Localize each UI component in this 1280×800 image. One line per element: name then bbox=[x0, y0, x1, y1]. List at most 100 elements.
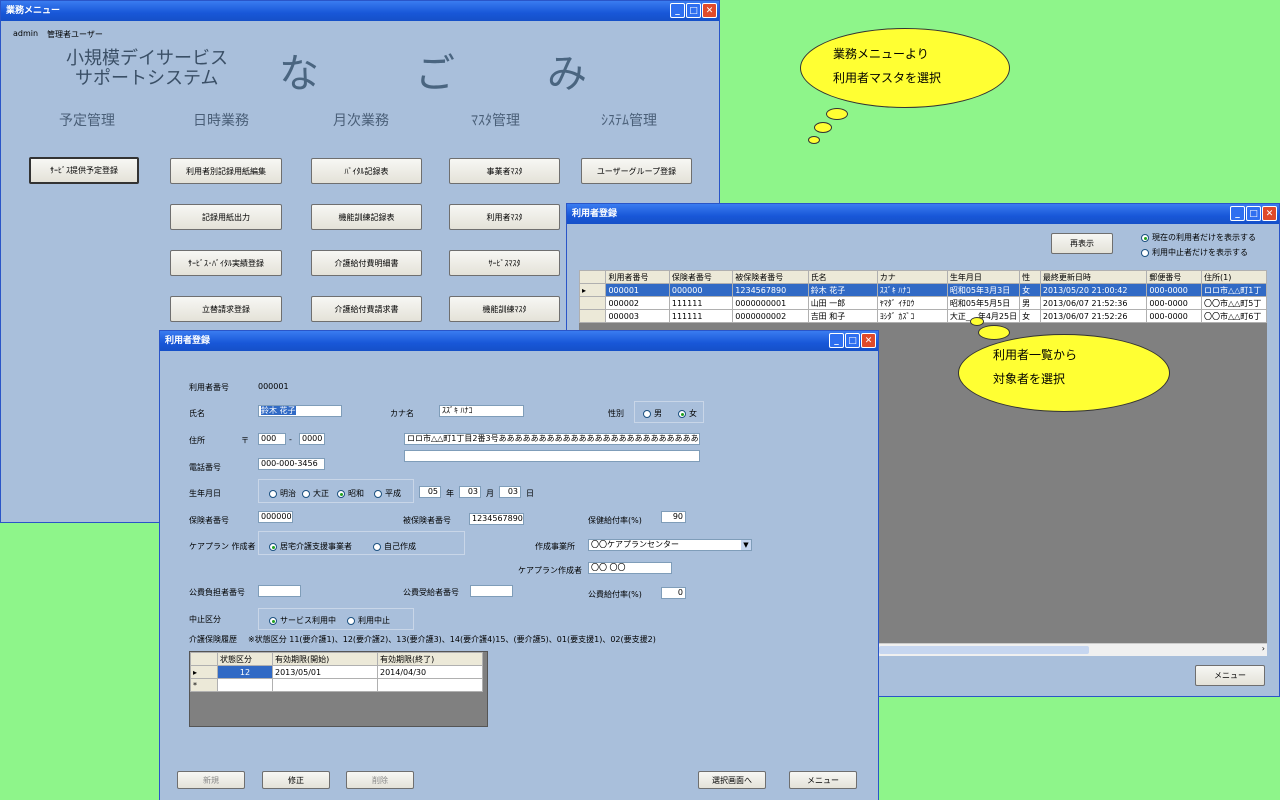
sex-male-radio[interactable]: 男 bbox=[643, 408, 662, 419]
training-master-button[interactable]: 機能訓練ﾏｽﾀ bbox=[449, 296, 560, 322]
table-cell[interactable] bbox=[272, 678, 378, 692]
close-icon[interactable]: ✕ bbox=[861, 333, 876, 348]
table-row[interactable]: ▸ 12 2013/05/01 2014/04/30 bbox=[190, 665, 483, 679]
column-header[interactable]: 保険者番号 bbox=[668, 270, 734, 284]
table-cell[interactable]: 男 bbox=[1019, 296, 1041, 310]
new-button[interactable]: 新規 bbox=[177, 771, 245, 789]
select-screen-button[interactable]: 選択画面へ bbox=[698, 771, 766, 789]
column-header[interactable]: 状態区分 bbox=[217, 652, 273, 666]
service-vital-register-button[interactable]: ｻｰﾋﾞｽ･ﾊﾞｲﾀﾙ実績登録 bbox=[170, 250, 282, 276]
column-header[interactable]: 被保険者番号 bbox=[732, 270, 809, 284]
table-cell[interactable]: 000000 bbox=[668, 283, 734, 297]
list-menu-button[interactable]: メニュー bbox=[1195, 665, 1265, 686]
care-benefit-statement-button[interactable]: 介護給付費明細書 bbox=[311, 250, 422, 276]
sex-female-radio[interactable]: 女 bbox=[678, 408, 697, 419]
name-input[interactable]: 鈴木 花子 bbox=[258, 405, 342, 417]
stop-stopped-radio[interactable]: 利用中止 bbox=[347, 615, 390, 626]
service-master-button[interactable]: ｻｰﾋﾞｽﾏｽﾀ bbox=[449, 250, 560, 276]
public-burden-input[interactable] bbox=[258, 585, 301, 597]
address2-input[interactable] bbox=[404, 450, 700, 462]
maximize-icon[interactable]: □ bbox=[1246, 206, 1261, 221]
careplan-provider-radio[interactable]: 居宅介護支援事業者 bbox=[269, 541, 352, 552]
stop-in-use-radio[interactable]: サービス利用中 bbox=[269, 615, 336, 626]
minimize-icon[interactable]: _ bbox=[1230, 206, 1245, 221]
birth-day-input[interactable]: 03 bbox=[499, 486, 521, 498]
table-cell[interactable] bbox=[377, 678, 483, 692]
table-cell[interactable]: 000002 bbox=[605, 296, 670, 310]
table-cell[interactable]: 2014/04/30 bbox=[377, 665, 483, 679]
minimize-icon[interactable]: _ bbox=[829, 333, 844, 348]
office-select[interactable]: 〇〇ケアプランセンター ▼ bbox=[588, 539, 752, 551]
careplan-self-radio[interactable]: 自己作成 bbox=[373, 541, 416, 552]
column-header[interactable]: 氏名 bbox=[807, 270, 878, 284]
table-cell[interactable]: 女 bbox=[1019, 309, 1041, 323]
table-cell[interactable]: 0000000002 bbox=[732, 309, 809, 323]
table-cell[interactable]: ｽｽﾞｷ ﾊﾅｺ bbox=[876, 283, 948, 297]
postal1-input[interactable]: 000 bbox=[258, 433, 286, 445]
insured-input[interactable]: 1234567890 bbox=[469, 513, 524, 525]
user-master-button[interactable]: 利用者ﾏｽﾀ bbox=[449, 204, 560, 230]
address1-input[interactable]: ロロ市△△町1丁目2番3号ああああああああああああああああああああああああああ bbox=[404, 433, 700, 445]
current-row-indicator-icon[interactable]: ▸ bbox=[190, 665, 218, 679]
maximize-icon[interactable]: □ bbox=[845, 333, 860, 348]
insurer-input[interactable]: 000000 bbox=[258, 511, 293, 523]
table-cell[interactable] bbox=[217, 678, 273, 692]
table-row[interactable]: 000002 111111 0000000001 山田 一郎 ﾔﾏﾀﾞ ｲﾁﾛｳ 昭和05… bbox=[579, 296, 1267, 310]
history-grid[interactable]: 状態区分 有効期限(開始) 有効期限(終了) ▸ 12 2013/05/01 2014… bbox=[189, 651, 488, 727]
table-cell[interactable]: 0000000001 bbox=[732, 296, 809, 310]
kana-input[interactable]: ｽｽﾞｷ ﾊﾅｺ bbox=[439, 405, 524, 417]
table-cell[interactable]: ﾖｼﾀﾞ ｶｽﾞｺ bbox=[876, 309, 948, 323]
vital-record-table-button[interactable]: ﾊﾞｲﾀﾙ記録表 bbox=[311, 158, 422, 184]
chevron-down-icon[interactable]: ▼ bbox=[741, 540, 751, 550]
current-row-indicator-icon[interactable]: ▸ bbox=[579, 283, 607, 297]
era-taisho-radio[interactable]: 大正 bbox=[302, 488, 329, 499]
list-window-titlebar[interactable]: 利用者登録 _ □ ✕ bbox=[567, 204, 1279, 224]
table-cell[interactable]: 000001 bbox=[605, 283, 670, 297]
planner-input[interactable]: 〇〇 〇〇 bbox=[588, 562, 672, 574]
table-cell[interactable]: 000-0000 bbox=[1146, 309, 1202, 323]
row-selector[interactable] bbox=[579, 309, 607, 323]
detail-menu-button[interactable]: メニュー bbox=[789, 771, 857, 789]
phone-input[interactable]: 000-000-3456 bbox=[258, 458, 325, 470]
table-cell[interactable]: 昭和05年5月5日 bbox=[946, 296, 1021, 310]
column-header[interactable]: カナ bbox=[876, 270, 948, 284]
table-cell[interactable]: 000-0000 bbox=[1146, 283, 1202, 297]
table-cell[interactable]: 2013/05/20 21:00:42 bbox=[1039, 283, 1148, 297]
column-header[interactable]: 郵便番号 bbox=[1146, 270, 1202, 284]
new-row[interactable]: * bbox=[190, 678, 483, 692]
service-plan-button[interactable]: ｻｰﾋﾞｽ提供予定登録 bbox=[29, 157, 139, 184]
column-header[interactable]: 住所(1) bbox=[1201, 270, 1267, 284]
history-table[interactable]: 状態区分 有効期限(開始) 有効期限(終了) ▸ 12 2013/05/01 2014… bbox=[190, 652, 483, 692]
scrollbar-thumb[interactable] bbox=[879, 646, 1089, 654]
filter-current-radio[interactable]: 現在の利用者だけを表示する bbox=[1141, 232, 1256, 243]
table-cell[interactable]: 111111 bbox=[668, 296, 734, 310]
filter-stopped-radio[interactable]: 利用中止者だけを表示する bbox=[1141, 247, 1248, 258]
table-cell[interactable]: 2013/06/07 21:52:36 bbox=[1039, 296, 1148, 310]
delete-button[interactable]: 削除 bbox=[346, 771, 414, 789]
scroll-right-icon[interactable]: › bbox=[1262, 644, 1265, 653]
public-rate-input[interactable]: 0 bbox=[661, 587, 686, 599]
table-row[interactable]: ▸ 000001 000000 1234567890 鈴木 花子 ｽｽﾞｷ ﾊﾅｺ 昭和05… bbox=[579, 283, 1267, 297]
benefit-rate-input[interactable]: 90 bbox=[661, 511, 686, 523]
era-showa-radio[interactable]: 昭和 bbox=[337, 488, 364, 499]
table-cell[interactable]: 〇〇市△△町6丁 bbox=[1201, 309, 1267, 323]
edit-button[interactable]: 修正 bbox=[262, 771, 330, 789]
table-cell[interactable]: 2013/06/07 21:52:26 bbox=[1039, 309, 1148, 323]
column-header[interactable]: 性 bbox=[1019, 270, 1041, 284]
table-cell[interactable]: 〇〇市△△町5丁 bbox=[1201, 296, 1267, 310]
close-icon[interactable]: ✕ bbox=[702, 3, 717, 18]
close-icon[interactable]: ✕ bbox=[1262, 206, 1277, 221]
table-cell[interactable]: 女 bbox=[1019, 283, 1041, 297]
table-cell[interactable]: 鈴木 花子 bbox=[807, 283, 878, 297]
postal2-input[interactable]: 0000 bbox=[299, 433, 325, 445]
column-header[interactable]: 利用者番号 bbox=[605, 270, 670, 284]
table-cell[interactable]: 昭和05年3月3日 bbox=[946, 283, 1021, 297]
user-record-edit-button[interactable]: 利用者別記録用紙編集 bbox=[170, 158, 282, 184]
birth-year-input[interactable]: 05 bbox=[419, 486, 441, 498]
table-cell[interactable]: 2013/05/01 bbox=[272, 665, 378, 679]
column-header[interactable]: 生年月日 bbox=[946, 270, 1021, 284]
user-group-register-button[interactable]: ユーザーグループ登録 bbox=[581, 158, 692, 184]
user-list-table[interactable]: 利用者番号 保険者番号 被保険者番号 氏名 カナ 生年月日 性 最終更新日時 郵… bbox=[579, 270, 1267, 323]
record-print-button[interactable]: 記録用紙出力 bbox=[170, 204, 282, 230]
public-recipient-input[interactable] bbox=[470, 585, 513, 597]
